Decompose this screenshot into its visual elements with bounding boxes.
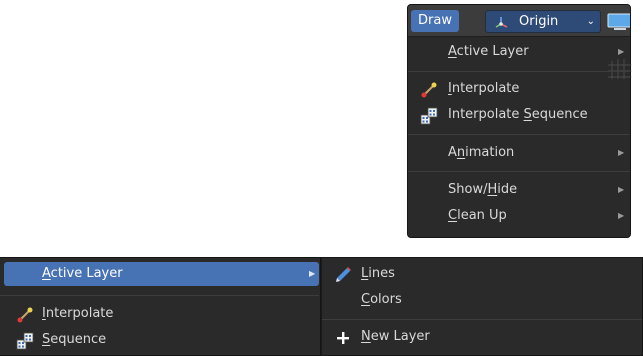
menu-item-active-layer-highlighted[interactable]: Active Layer ▶ <box>4 262 319 286</box>
menu-item-active-layer[interactable]: Active Layer ▶ <box>408 40 630 64</box>
menu-item-label: Interpolate <box>448 81 520 96</box>
draw-menu-button[interactable]: Draw <box>411 10 459 32</box>
menu-item-clean-up[interactable]: Clean Up ▶ <box>408 204 630 228</box>
menu-item-label: Colors <box>361 292 402 307</box>
submenu-arrow-icon: ▶ <box>618 185 625 194</box>
menu-item-label: Interpolate Sequence <box>448 107 588 122</box>
origin-dropdown[interactable]: Origin ⌄ <box>485 10 601 33</box>
submenu-arrow-icon: ▶ <box>618 211 625 220</box>
menu-item-label: Lines <box>361 266 395 281</box>
menu-separator <box>322 319 642 320</box>
menu-item-lines[interactable]: Lines <box>322 262 642 286</box>
menu-item-sequence[interactable]: Sequence <box>0 328 319 352</box>
header-bar: Draw Origin ⌄ <box>408 5 630 37</box>
menu-item-label: Active Layer <box>42 266 123 281</box>
menu-item-interpolate[interactable]: Interpolate <box>408 77 630 101</box>
draw-menu-panel: Draw Origin ⌄ Active Layer ▶ Interpolate… <box>407 4 632 238</box>
menu-item-label: Sequence <box>42 332 107 347</box>
menu-item-new-layer[interactable]: New Layer <box>322 325 642 349</box>
submenu-arrow-icon: ▶ <box>618 47 625 56</box>
origin-dropdown-label: Origin <box>519 14 559 29</box>
interpolate-sequence-icon <box>16 332 34 350</box>
menu-separator <box>408 171 630 172</box>
menu-separator <box>408 134 630 135</box>
interpolate-sequence-icon <box>420 107 438 125</box>
menu-separator <box>408 71 630 72</box>
chevron-down-icon: ⌄ <box>586 16 595 27</box>
menu-item-label: Show/Hide <box>448 182 518 197</box>
submenu-arrow-icon: ▶ <box>309 269 316 278</box>
menu-item-label: Active Layer <box>448 44 529 59</box>
menu-item-label: Animation <box>448 145 515 160</box>
display-icon[interactable] <box>605 10 630 33</box>
menu-item-colors[interactable]: Colors <box>322 288 642 312</box>
origin-axes-icon <box>495 17 508 28</box>
menu-item-label: Interpolate <box>42 306 114 321</box>
menu-item-show-hide[interactable]: Show/Hide ▶ <box>408 178 630 202</box>
interpolate-icon <box>17 307 33 323</box>
menu-item-interpolate-sequence[interactable]: Interpolate Sequence <box>408 103 630 127</box>
interpolate-submenu-panel: Active Layer ▶ Interpolate Sequence <box>0 257 321 356</box>
menu-separator <box>0 295 319 296</box>
menu-item-label: Clean Up <box>448 208 507 223</box>
active-layer-submenu-panel: Lines Colors New Layer <box>321 257 643 356</box>
interpolate-icon <box>421 82 437 98</box>
submenu-arrow-icon: ▶ <box>618 148 625 157</box>
menu-item-animation[interactable]: Animation ▶ <box>408 141 630 165</box>
menu-item-interpolate[interactable]: Interpolate <box>0 302 319 326</box>
menu-item-label: New Layer <box>361 329 430 344</box>
plus-icon <box>337 332 349 344</box>
pencil-icon <box>336 267 351 282</box>
